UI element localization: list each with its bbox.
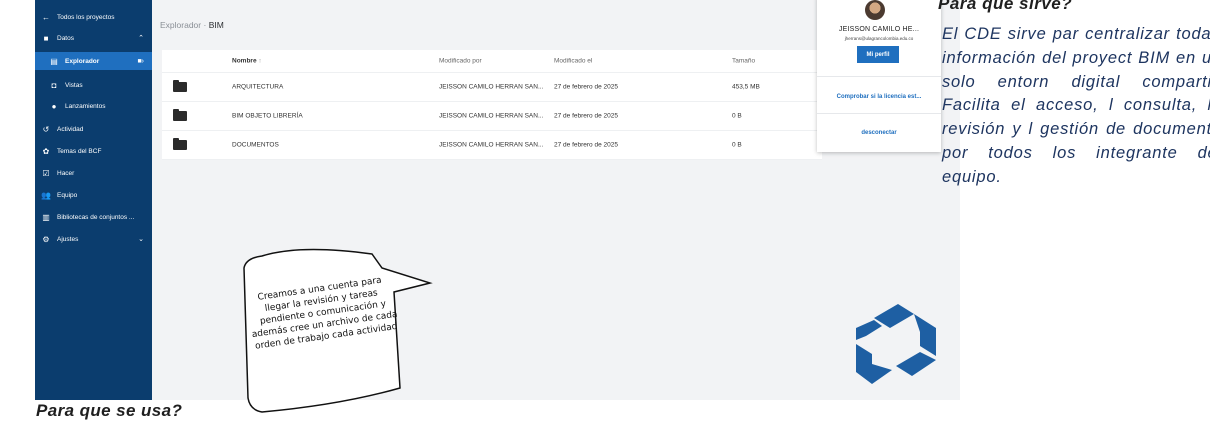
folder-icon xyxy=(173,138,187,150)
sidebar-item-label: Lanzamientos xyxy=(65,102,106,110)
breadcrumb-current: BIM xyxy=(208,20,224,30)
sidebar-item-bcf[interactable]: ✿ Temas del BCF xyxy=(35,142,152,160)
gear-icon: ⚙ xyxy=(42,234,50,244)
row-modified-on: 27 de febrero de 2025 xyxy=(554,141,618,149)
explorer-icon: ▤ xyxy=(50,56,58,66)
sidebar-item-label: Hacer xyxy=(57,169,75,177)
checkbox-icon: ☑ xyxy=(42,168,50,178)
row-size: 0 B xyxy=(732,141,742,149)
sidebar-item-ajustes[interactable]: ⚙ Ajustes ⌄ xyxy=(35,230,152,248)
app-screenshot: ← Todos los proyectos ■ Datos ⌃ ▤ Explor… xyxy=(35,0,960,400)
camera-icon: ◘ xyxy=(51,80,57,90)
bcf-icon: ✿ xyxy=(42,146,50,156)
table-header: Nombre ↑ Modificado por Modificado el Ta… xyxy=(162,50,822,73)
sidebar-item-label: Ajustes xyxy=(57,235,79,243)
sidebar-item-vistas[interactable]: ◘ Vistas xyxy=(35,76,152,94)
chevron-down-icon: ⌄ xyxy=(138,236,144,243)
header-label: Nombre xyxy=(232,57,257,65)
sidebar-item-bibliotecas[interactable]: ▥ Bibliotecas de conjuntos ... xyxy=(35,208,152,226)
row-size: 453,5 MB xyxy=(732,83,760,91)
sidebar-item-label: Explorador xyxy=(65,57,100,65)
column-size-header[interactable]: Tamaño xyxy=(732,58,755,65)
sidebar-item-explorador[interactable]: ▤ Explorador ■› xyxy=(35,52,152,70)
breadcrumb-root[interactable]: Explorador xyxy=(160,20,201,30)
right-paragraph: El CDE sirve par centralizar toda l info… xyxy=(942,25,1210,186)
library-icon: ▥ xyxy=(42,212,50,222)
row-modified-by: JEISSON CAMILO HERRAN SAN... xyxy=(439,83,544,91)
row-modified-by: JEISSON CAMILO HERRAN SAN... xyxy=(439,141,544,149)
folder-icon: ■ xyxy=(43,33,49,43)
sidebar: ← Todos los proyectos ■ Datos ⌃ ▤ Explor… xyxy=(35,0,152,400)
row-size: 0 B xyxy=(732,112,742,120)
sidebar-item-datos[interactable]: ■ Datos ⌃ xyxy=(35,29,152,47)
breadcrumb-separator: · xyxy=(203,20,207,30)
sidebar-item-label: Temas del BCF xyxy=(57,147,102,155)
sidebar-item-equipo[interactable]: 👥 Equipo xyxy=(35,186,152,204)
row-modified-on: 27 de febrero de 2025 xyxy=(554,83,618,91)
sidebar-item-hacer[interactable]: ☑ Hacer xyxy=(35,164,152,182)
sidebar-item-label: Actividad xyxy=(57,125,84,133)
sidebar-item-actividad[interactable]: ↺ Actividad xyxy=(35,120,152,138)
column-modified-on-header[interactable]: Modificado el xyxy=(554,58,592,65)
sort-arrow-icon: ↑ xyxy=(258,57,262,65)
row-name[interactable]: DOCUMENTOS xyxy=(232,142,279,149)
table-row[interactable]: BIM OBJETO LIBRERÍA JEISSON CAMILO HERRA… xyxy=(162,102,822,131)
row-modified-on: 27 de febrero de 2025 xyxy=(554,112,618,120)
sidebar-item-label: Equipo xyxy=(57,191,78,199)
breadcrumb: Explorador · BIM xyxy=(160,20,224,30)
avatar xyxy=(865,0,885,20)
divider xyxy=(817,113,941,114)
sidebar-item-all-projects[interactable]: ← Todos los proyectos xyxy=(35,8,152,26)
folder-arrow-icon: ■› xyxy=(137,57,144,65)
folder-icon xyxy=(173,80,187,92)
sidebar-item-label: Todos los proyectos xyxy=(57,13,115,21)
row-name[interactable]: ARQUITECTURA xyxy=(232,84,283,91)
row-name[interactable]: BIM OBJETO LIBRERÍA xyxy=(232,113,303,120)
table-row[interactable]: DOCUMENTOS JEISSON CAMILO HERRAN SAN... … xyxy=(162,131,822,160)
my-profile-button[interactable]: Mi perfil xyxy=(857,46,899,63)
column-name-header[interactable]: Nombre ↑ xyxy=(232,58,262,65)
sidebar-item-label: Vistas xyxy=(65,81,83,89)
logout-link[interactable]: desconectar xyxy=(817,130,941,136)
column-modified-by-header[interactable]: Modificado por xyxy=(439,58,482,65)
team-icon: 👥 xyxy=(41,190,51,200)
arrow-left-icon: ← xyxy=(42,12,50,22)
folder-icon xyxy=(173,109,187,121)
sidebar-item-label: Datos xyxy=(57,34,74,42)
dot-icon: ● xyxy=(51,101,57,111)
profile-email: jherrans@ulagrancolombia.edu.co xyxy=(844,36,914,41)
row-modified-by: JEISSON CAMILO HERRAN SAN... xyxy=(439,112,544,120)
file-table: Nombre ↑ Modificado por Modificado el Ta… xyxy=(162,50,822,160)
right-heading: Para que sirve? xyxy=(938,0,1073,13)
profile-name: JEISSON CAMILO HE... xyxy=(838,26,920,33)
sidebar-item-label: Bibliotecas de conjuntos ... xyxy=(57,213,135,221)
check-license-link[interactable]: Comprobar si la licencia est... xyxy=(817,94,941,100)
chevron-up-icon: ⌃ xyxy=(138,35,144,42)
table-row[interactable]: ARQUITECTURA JEISSON CAMILO HERRAN SAN..… xyxy=(162,73,822,102)
divider xyxy=(817,76,941,77)
profile-popup: JEISSON CAMILO HE... jherrans@ulagrancol… xyxy=(817,0,941,152)
cde-logo-icon xyxy=(856,304,936,384)
sidebar-item-lanzamientos[interactable]: ● Lanzamientos xyxy=(35,97,152,115)
bottom-heading: Para que se usa? xyxy=(36,401,183,420)
history-icon: ↺ xyxy=(42,124,50,134)
